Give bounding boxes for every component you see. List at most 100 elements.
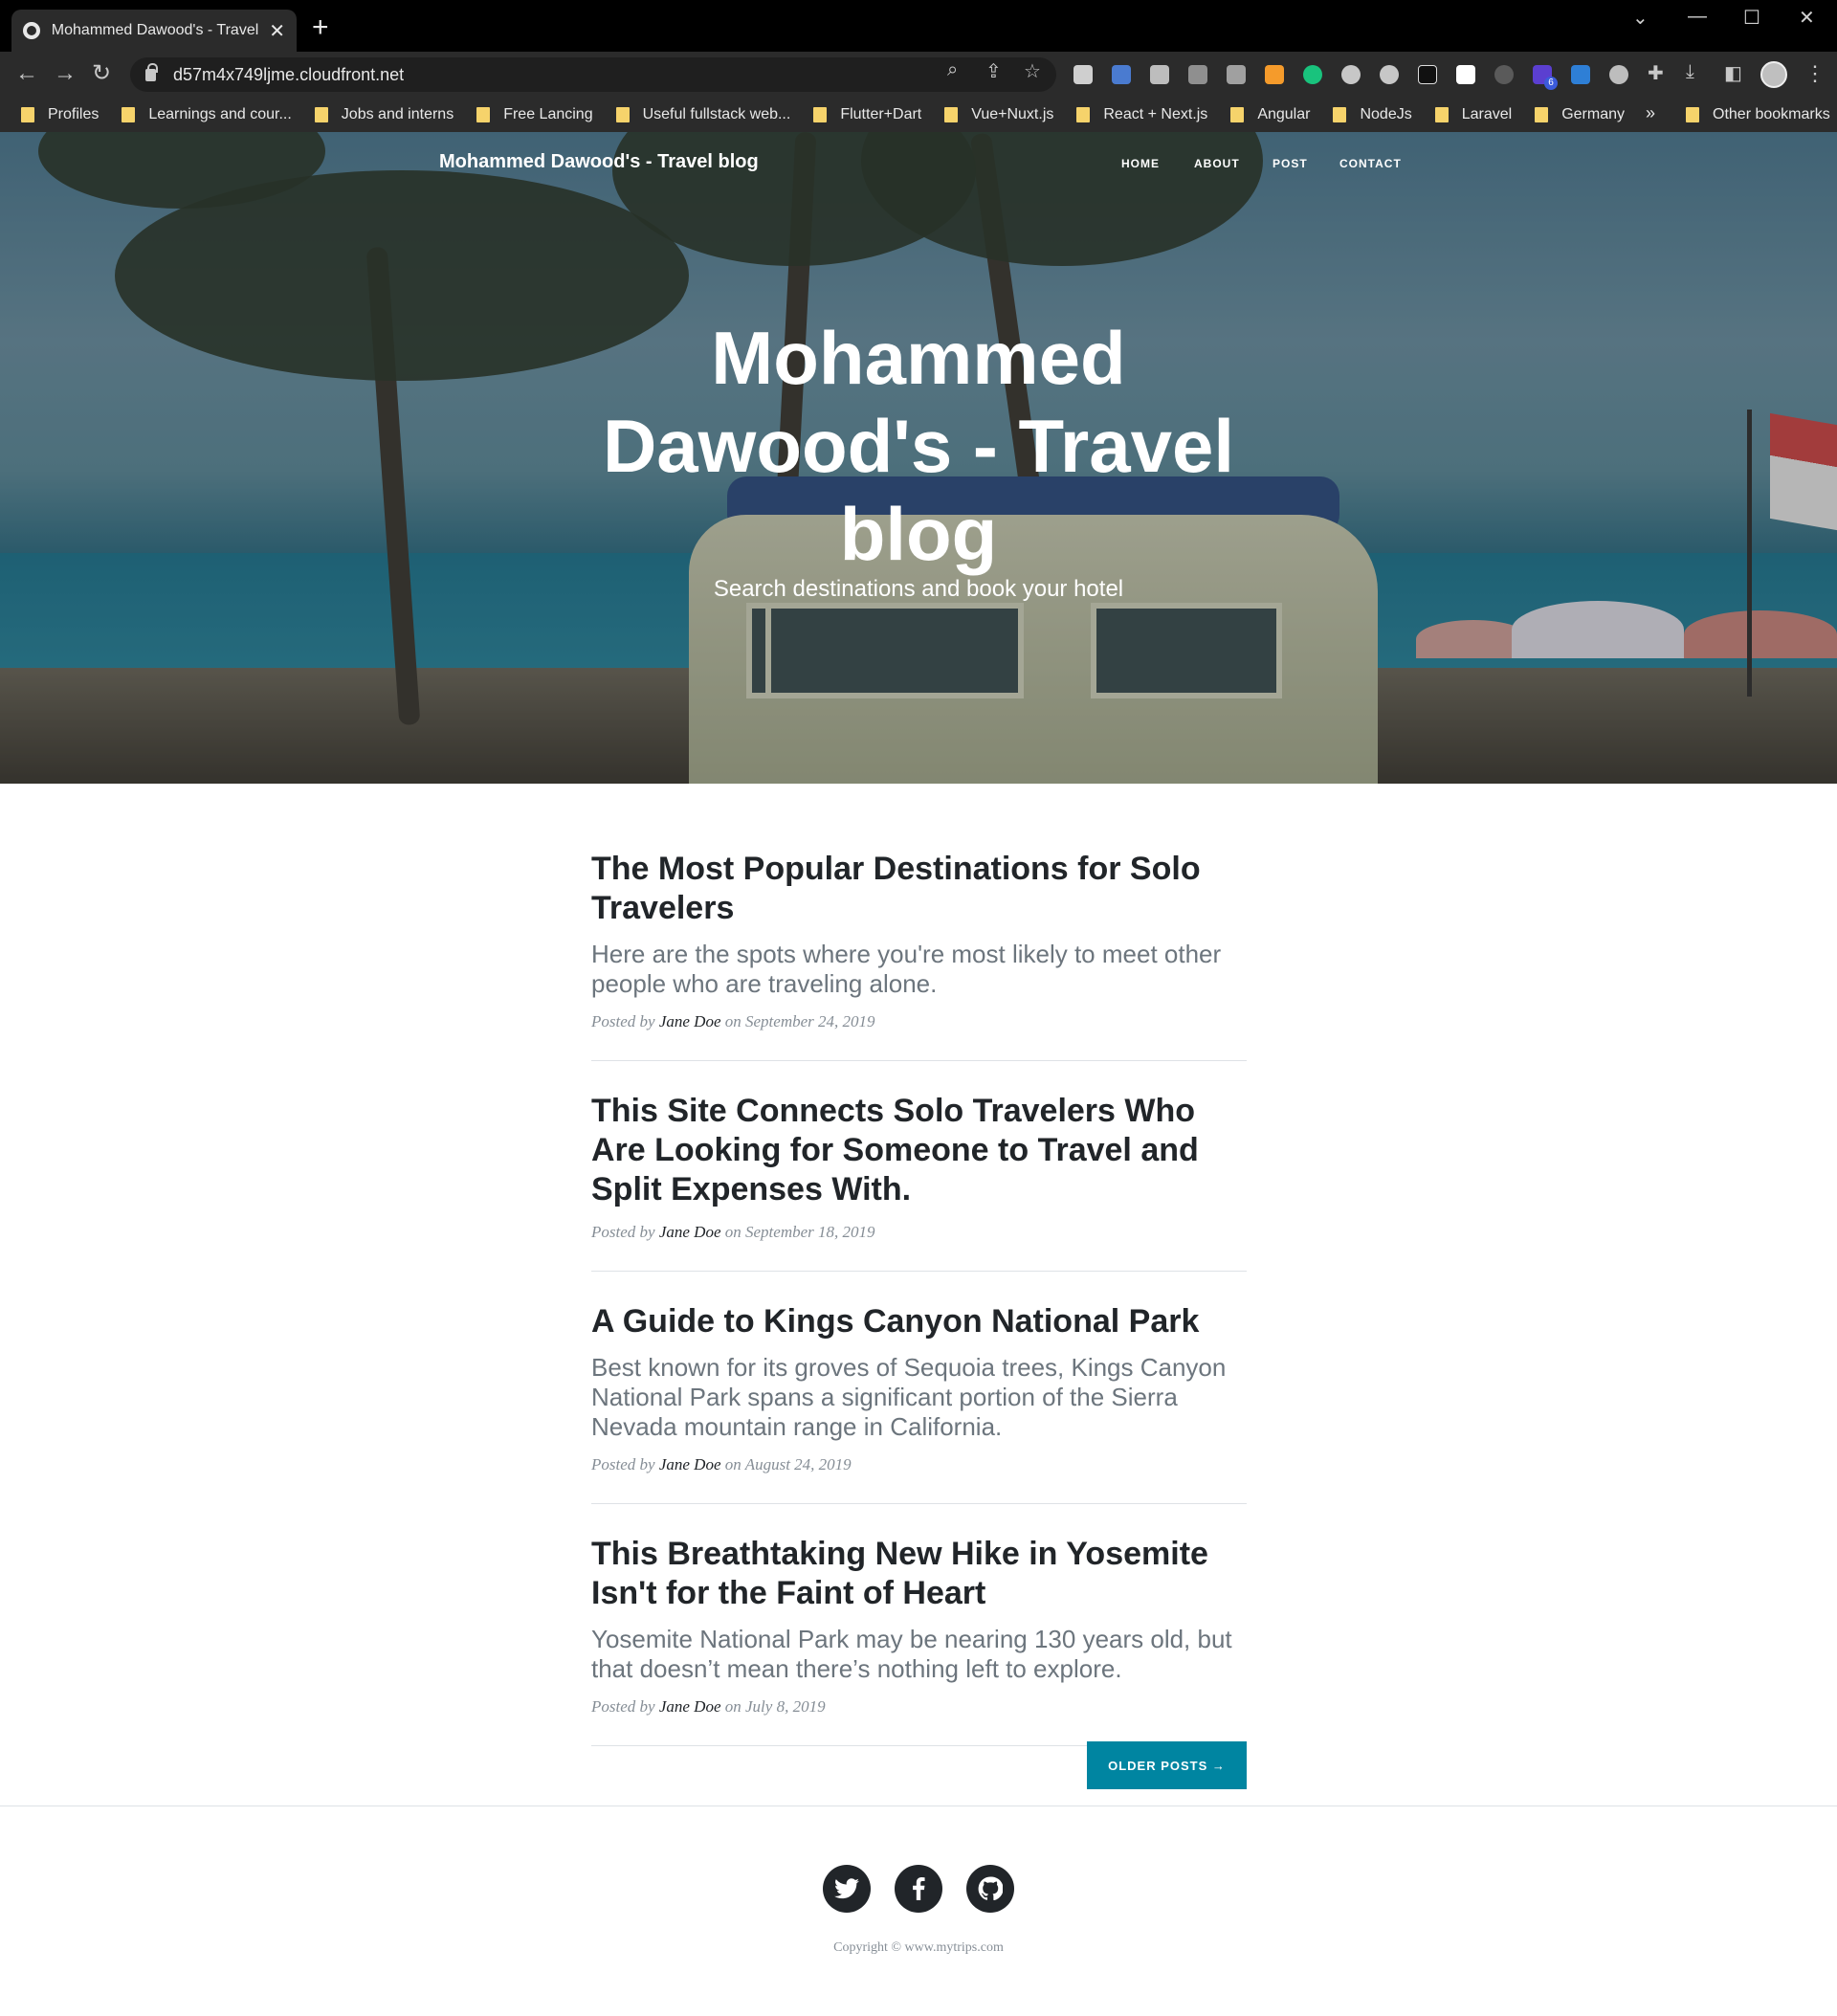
new-tab-button[interactable]: + xyxy=(312,13,329,42)
copyright-text: Copyright © www.mytrips.com xyxy=(833,1940,1004,1955)
grammarly-icon[interactable] xyxy=(1303,65,1322,84)
posted-by-label: Posted by xyxy=(591,1697,655,1716)
post-title[interactable]: This Site Connects Solo Travelers Who Ar… xyxy=(591,1092,1247,1209)
extension-icon[interactable] xyxy=(1380,65,1399,84)
bookmark-folder[interactable]: Flutter+Dart xyxy=(813,106,921,123)
facebook-icon[interactable] xyxy=(895,1865,942,1913)
site-nav: POST xyxy=(1273,157,1308,170)
bookmark-label: NodeJs xyxy=(1360,106,1412,122)
bookmark-folder[interactable]: Useful fullstack web... xyxy=(615,106,791,123)
post-author[interactable]: Jane Doe xyxy=(659,1223,721,1241)
extension-icon[interactable] xyxy=(1456,65,1475,84)
posted-by-label: Posted by xyxy=(591,1455,655,1473)
share-icon[interactable]: ⇪ xyxy=(985,59,1002,83)
bookmark-folder[interactable]: Germany xyxy=(1535,106,1625,123)
browser-toolbar: ← → ↻ d57m4x749ljme.cloudfront.net ⌕ ⇪ ☆… xyxy=(0,52,1837,98)
forward-button[interactable]: → xyxy=(54,61,77,86)
post-author[interactable]: Jane Doe xyxy=(659,1012,721,1030)
github-icon[interactable] xyxy=(966,1865,1014,1913)
tab-search-icon[interactable]: ⌄ xyxy=(1632,6,1649,30)
nav-contact-link[interactable]: CONTACT xyxy=(1339,157,1402,170)
bookmark-label: Useful fullstack web... xyxy=(642,106,791,122)
bookmark-label: Flutter+Dart xyxy=(840,106,922,122)
address-bar[interactable]: d57m4x749ljme.cloudfront.net xyxy=(130,57,1056,92)
bookmark-folder[interactable]: Angular xyxy=(1230,106,1310,123)
post-preview: The Most Popular Destinations for Solo T… xyxy=(591,850,1247,1061)
browser-tab[interactable]: Mohammed Dawood's - Travel bl ✕ xyxy=(11,10,297,52)
post-meta: Posted by Jane Doe on September 24, 2019 xyxy=(591,1012,1247,1031)
lock-icon[interactable] xyxy=(145,62,158,81)
folder-icon xyxy=(1333,107,1347,122)
post-author[interactable]: Jane Doe xyxy=(659,1697,721,1716)
extension-badge: 6 xyxy=(1544,77,1558,90)
post-preview: A Guide to Kings Canyon National Park Be… xyxy=(591,1302,1247,1504)
post-preview: This Site Connects Solo Travelers Who Ar… xyxy=(591,1092,1247,1272)
bookmark-label: Laravel xyxy=(1461,106,1513,122)
bookmark-label: Free Lancing xyxy=(503,106,593,122)
folder-icon xyxy=(1434,107,1449,122)
bookmark-folder[interactable]: Laravel xyxy=(1434,106,1513,123)
post-title[interactable]: This Breathtaking New Hike in Yosemite I… xyxy=(591,1535,1247,1613)
posted-by-label: Posted by xyxy=(591,1012,655,1030)
bookmark-folder[interactable]: Profiles xyxy=(21,106,99,123)
bookmark-label: Profiles xyxy=(48,106,100,122)
vue-devtools-icon[interactable] xyxy=(1227,65,1246,84)
hero-subtitle: Search destinations and book your hotel xyxy=(713,576,1124,602)
extension-icon[interactable] xyxy=(1571,65,1590,84)
tab-title: Mohammed Dawood's - Travel bl xyxy=(51,22,260,38)
post-title[interactable]: A Guide to Kings Canyon National Park xyxy=(591,1302,1247,1341)
post-excerpt[interactable]: Here are the spots where you're most lik… xyxy=(591,940,1247,999)
globe-icon xyxy=(23,22,40,39)
profile-avatar[interactable] xyxy=(1760,61,1787,88)
nav-about-link[interactable]: ABOUT xyxy=(1194,157,1240,170)
extension-icon[interactable]: 6 xyxy=(1533,65,1558,90)
post-meta: Posted by Jane Doe on September 18, 2019 xyxy=(591,1223,1247,1242)
reload-button[interactable]: ↻ xyxy=(92,61,111,86)
folder-icon xyxy=(314,107,328,122)
bookmark-folder[interactable]: NodeJs xyxy=(1333,106,1412,123)
back-button[interactable]: ← xyxy=(15,61,38,86)
bookmark-folder[interactable]: Free Lancing xyxy=(476,106,593,123)
extension-icon[interactable] xyxy=(1609,65,1628,84)
color-picker-extension-icon[interactable] xyxy=(1188,65,1207,84)
nav-post-link[interactable]: POST xyxy=(1273,157,1308,170)
folder-icon xyxy=(21,107,34,122)
minimize-button[interactable]: — xyxy=(1688,6,1707,28)
bookmark-folder[interactable]: Vue+Nuxt.js xyxy=(944,106,1053,123)
post-date: on August 24, 2019 xyxy=(724,1455,852,1473)
close-tab-icon[interactable]: ✕ xyxy=(269,19,285,43)
twitter-icon[interactable] xyxy=(823,1865,871,1913)
bookmark-folder[interactable]: Learnings and cour... xyxy=(122,106,292,123)
bookmark-label: Learnings and cour... xyxy=(148,106,292,122)
browser-menu-icon[interactable]: ⋮ xyxy=(1804,61,1826,86)
post-excerpt[interactable]: Yosemite National Park may be nearing 13… xyxy=(591,1625,1247,1684)
folder-icon xyxy=(1230,107,1245,122)
bookmark-folder[interactable]: React + Next.js xyxy=(1076,106,1207,123)
maximize-button[interactable]: ☐ xyxy=(1743,6,1760,30)
translate-extension-icon[interactable] xyxy=(1112,65,1131,84)
react-devtools-icon[interactable] xyxy=(1341,65,1361,84)
download-icon[interactable]: ⤓ xyxy=(1686,61,1694,83)
extension-icon[interactable] xyxy=(1265,65,1284,84)
site-brand[interactable]: Mohammed Dawood's - Travel blog xyxy=(439,151,759,173)
angular-extension-icon[interactable] xyxy=(1418,65,1437,84)
bookmark-folder[interactable]: Jobs and interns xyxy=(314,106,454,123)
post-meta: Posted by Jane Doe on August 24, 2019 xyxy=(591,1455,1247,1474)
extensions-puzzle-icon[interactable]: ✚ xyxy=(1648,61,1664,85)
nav-home-link[interactable]: HOME xyxy=(1121,157,1160,170)
bookmarks-overflow-button[interactable]: » xyxy=(1646,103,1655,123)
post-title[interactable]: The Most Popular Destinations for Solo T… xyxy=(591,850,1247,928)
close-window-button[interactable]: ✕ xyxy=(1799,6,1815,30)
camera-extension-icon[interactable] xyxy=(1150,65,1169,84)
extension-icon[interactable] xyxy=(1494,65,1514,84)
older-posts-button[interactable]: OLDER POSTS → xyxy=(1087,1741,1247,1789)
other-bookmarks[interactable]: Other bookmarks xyxy=(1686,98,1830,132)
extension-icon[interactable] xyxy=(1073,65,1093,84)
post-author[interactable]: Jane Doe xyxy=(659,1455,721,1473)
post-excerpt[interactable]: Best known for its groves of Sequoia tre… xyxy=(591,1353,1247,1442)
bookmark-star-icon[interactable]: ☆ xyxy=(1024,59,1041,83)
zoom-icon[interactable]: ⌕ xyxy=(947,59,958,81)
side-panel-icon[interactable]: ◧ xyxy=(1724,61,1742,85)
folder-icon xyxy=(813,107,828,122)
hero-title: Mohammed Dawood's - Travel blog xyxy=(602,316,1235,576)
